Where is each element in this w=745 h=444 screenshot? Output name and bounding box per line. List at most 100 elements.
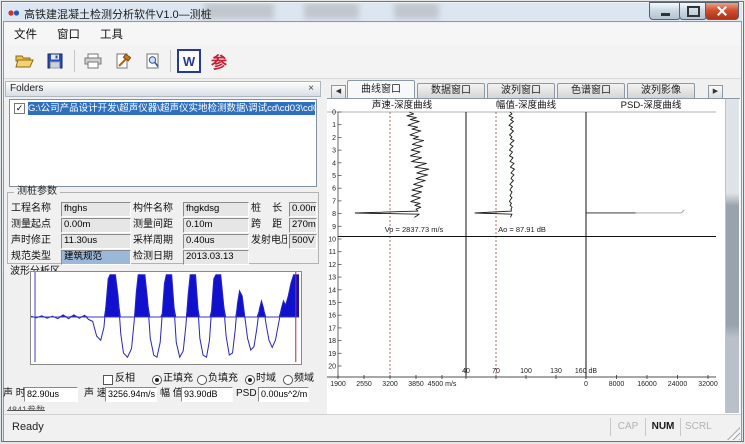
svg-text:14: 14 — [328, 287, 336, 294]
process-tool-button[interactable] — [110, 48, 136, 74]
param-field: 0.00m — [61, 218, 131, 233]
waveform-plot — [31, 272, 299, 362]
svg-text:10: 10 — [328, 237, 336, 244]
sound-time-field[interactable]: 82.90us — [24, 387, 78, 402]
svg-text:3850: 3850 — [408, 381, 424, 388]
folder-list-item[interactable]: ✓ G:\公司产品设计开发\超声仪器\超声仪实地检测数据\调试cd\cd03\c… — [11, 102, 315, 115]
svg-text:0: 0 — [584, 381, 588, 388]
param-field: 11.30us — [61, 234, 131, 249]
next-tab-icon: ▶ — [713, 88, 718, 95]
vertical-scrollbar[interactable] — [725, 99, 739, 413]
backdrop-smudge — [204, 3, 274, 19]
folders-close-icon[interactable]: × — [305, 82, 317, 96]
reference-button[interactable]: 参 — [206, 48, 232, 74]
fill-positive-label: 正填充 — [163, 373, 193, 385]
amplitude-field[interactable]: 93.90dB — [181, 387, 233, 402]
svg-text:70: 70 — [492, 368, 500, 375]
param-field: fhghs — [61, 202, 131, 217]
indicator-num: NUM — [645, 418, 680, 436]
svg-text:6: 6 — [332, 186, 336, 193]
param-field: 0.40us — [183, 234, 249, 249]
svg-text:8: 8 — [332, 211, 336, 218]
menubar: 文件 窗口 工具 — [4, 23, 741, 45]
param-label: 工程名称 — [11, 201, 59, 217]
svg-text:1900: 1900 — [330, 381, 346, 388]
svg-text:11: 11 — [329, 249, 336, 256]
status-text: Ready — [12, 421, 44, 433]
indicator-scrl: SCRL — [680, 418, 716, 436]
folders-listbox: ✓ G:\公司产品设计开发\超声仪器\超声仪实地检测数据\调试cd\cd03\c… — [9, 99, 317, 187]
indicator-cap: CAP — [610, 418, 645, 436]
fill-negative-label: 负填充 — [208, 373, 238, 385]
menu-item-1[interactable]: 窗口 — [57, 26, 80, 42]
tab-3[interactable]: 色谱窗口 — [557, 83, 625, 98]
minimize-button[interactable] — [649, 2, 681, 20]
backdrop-smudge — [304, 3, 359, 19]
svg-text:幅值-深度曲线: 幅值-深度曲线 — [496, 99, 557, 111]
keyboard-indicators: CAPNUMSCRL — [610, 418, 716, 436]
freq-domain-label: 频域 — [294, 373, 314, 385]
param-label: 采样周期 — [133, 233, 181, 249]
svg-text:2550: 2550 — [356, 381, 372, 388]
invert-label: 反相 — [115, 373, 135, 385]
close-icon — [717, 6, 727, 16]
svg-text:4: 4 — [332, 160, 336, 167]
time-domain-label: 时域 — [256, 373, 276, 385]
item-checkbox[interactable]: ✓ — [14, 103, 25, 114]
tab-1[interactable]: 数据窗口 — [417, 83, 485, 98]
backdrop-smudge — [394, 3, 439, 19]
svg-text:13: 13 — [328, 275, 336, 282]
printer-icon — [84, 53, 102, 69]
svg-text:声速-深度曲线: 声速-深度曲线 — [372, 99, 433, 111]
reference-char-icon: 参 — [211, 49, 227, 73]
open-file-button[interactable] — [12, 48, 38, 74]
maximize-button[interactable] — [679, 2, 707, 20]
menu-item-0[interactable]: 文件 — [14, 26, 37, 42]
psd-field[interactable]: 0.00us^2/m — [258, 387, 309, 402]
application-window: 高铁建混凝土检测分析软件V1.0—测桩 文件 窗口 工具 — [0, 0, 745, 444]
svg-text:130: 130 — [550, 368, 562, 375]
item-path: G:\公司产品设计开发\超声仪器\超声仪实地检测数据\调试cd\cd03\cd0… — [28, 102, 315, 115]
fill-positive-radio[interactable] — [152, 375, 162, 385]
folders-panel-title: Folders — [10, 83, 43, 94]
sound-speed-field[interactable]: 3256.94m/s — [105, 387, 157, 402]
print-preview-button[interactable] — [140, 48, 166, 74]
svg-text:7: 7 — [332, 198, 336, 205]
svg-text:19: 19 — [328, 351, 336, 358]
close-button[interactable] — [705, 2, 739, 20]
tab-0[interactable]: 曲线窗口 — [347, 80, 415, 98]
svg-text:2: 2 — [332, 135, 336, 142]
param-field: 0.10m — [183, 218, 249, 233]
svg-text:40: 40 — [462, 368, 470, 375]
titlebar[interactable]: 高铁建混凝土检测分析软件V1.0—测桩 — [4, 3, 635, 21]
freq-domain-radio[interactable] — [283, 375, 293, 385]
export-word-button[interactable]: W — [176, 48, 202, 74]
tab-4[interactable]: 波列影像 — [627, 83, 695, 98]
status-bar: Ready CAPNUMSCRL — [4, 414, 741, 441]
svg-text:0: 0 — [332, 110, 336, 117]
print-button[interactable] — [80, 48, 106, 74]
param-field: 500V — [289, 234, 317, 249]
svg-text:17: 17 — [328, 325, 336, 332]
param-label: 测量间距 — [133, 217, 181, 233]
svg-text:9: 9 — [332, 224, 336, 231]
save-icon — [47, 53, 63, 69]
param-label: 构件名称 — [133, 201, 181, 217]
amplitude-label: 幅 值 — [160, 387, 183, 401]
svg-text:20: 20 — [328, 364, 336, 371]
invert-checkbox[interactable] — [103, 375, 113, 385]
fill-negative-radio[interactable] — [197, 375, 207, 385]
window-title: 高铁建混凝土检测分析软件V1.0—测桩 — [24, 6, 212, 21]
pile-params-grid: 工程名称fhghs构件名称fhgkdsg桩 长0.00m测量起点0.00m测量间… — [11, 201, 317, 265]
param-label: 跨 距 — [251, 217, 287, 233]
menu-item-2[interactable]: 工具 — [100, 26, 123, 42]
time-domain-radio[interactable] — [245, 375, 255, 385]
save-button[interactable] — [42, 48, 68, 74]
tab-2[interactable]: 波列窗口 — [487, 83, 555, 98]
svg-text:Vo = 2837.73 m/s: Vo = 2837.73 m/s — [385, 225, 444, 234]
pile-params-title: 测桩参数 — [14, 187, 60, 197]
svg-text:24000: 24000 — [668, 381, 688, 388]
svg-text:Ao = 87.91 dB: Ao = 87.91 dB — [498, 225, 546, 234]
svg-text:18: 18 — [328, 338, 336, 345]
resize-grip[interactable] — [727, 427, 740, 440]
